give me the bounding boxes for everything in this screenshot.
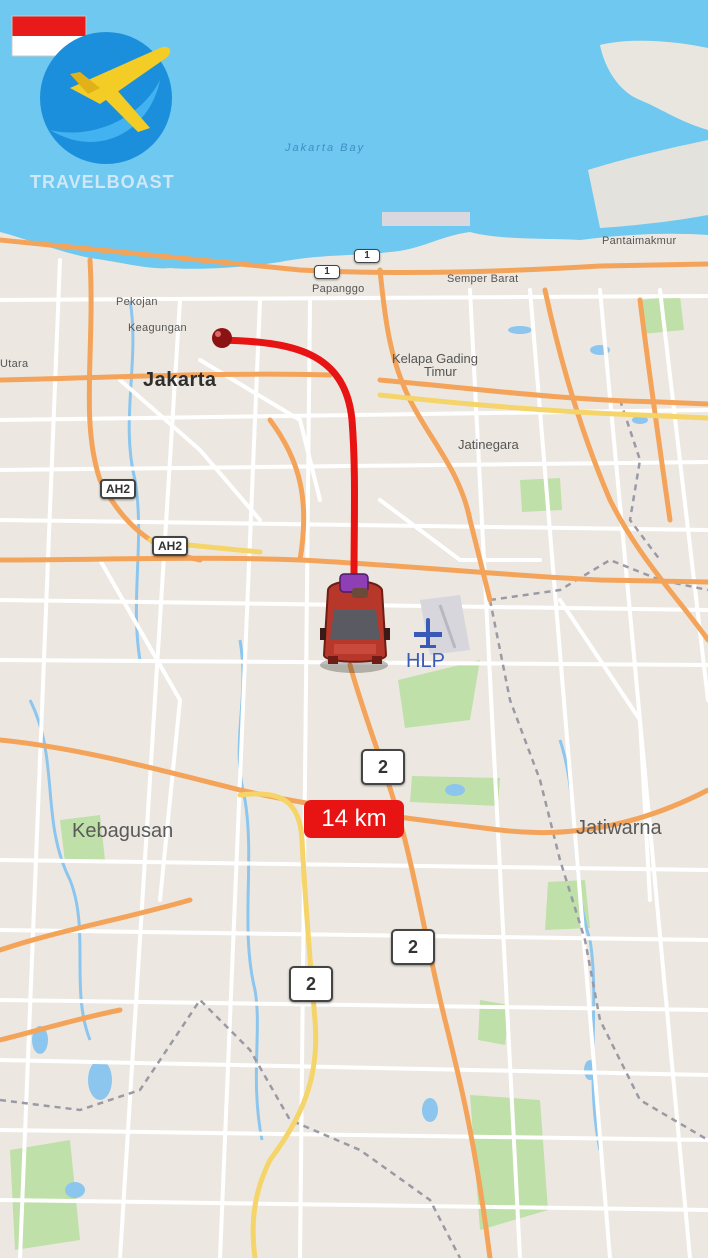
route-shield-2: 2 — [391, 929, 435, 965]
place-label-jatinegara: Jatinegara — [458, 437, 519, 452]
place-label-pantaimakmur: Pantaimakmur — [602, 235, 677, 247]
origin-pin-icon — [212, 328, 232, 348]
route-shield-1: 1 — [354, 249, 380, 263]
place-label-papanggo: Papanggo — [312, 283, 365, 295]
route-shield-2: 2 — [289, 966, 333, 1002]
city-label-jakarta: Jakarta — [143, 369, 217, 391]
route-shield-ah2: AH2 — [152, 536, 189, 556]
place-label-pekojan: Pekojan — [116, 296, 158, 308]
place-label-utara: Utara — [0, 358, 29, 370]
place-label-jatiwarna: Jatiwarna — [576, 817, 662, 839]
map-view[interactable]: TRAVELBOAST Jakarta Bay Jakarta Pekojan … — [0, 0, 708, 1258]
place-label-timur: Timur — [424, 364, 457, 379]
car-icon — [320, 573, 390, 673]
brand-name: TRAVELBOAST — [30, 172, 175, 192]
route-shield-ah2: AH2 — [100, 479, 137, 499]
airplane-globe-icon — [40, 32, 172, 164]
route-shield-2: 2 — [361, 749, 405, 785]
distance-badge: 14 km — [304, 800, 404, 838]
water-label: Jakarta Bay — [285, 142, 366, 154]
place-label-semper-barat: Semper Barat — [447, 273, 519, 285]
travelboast-logo: TRAVELBOAST — [10, 10, 180, 192]
airport-label: HLP — [406, 650, 445, 672]
route-shield-1: 1 — [314, 265, 340, 279]
place-label-kebagusan: Kebagusan — [72, 820, 174, 842]
place-label-keagungan: Keagungan — [128, 322, 187, 334]
